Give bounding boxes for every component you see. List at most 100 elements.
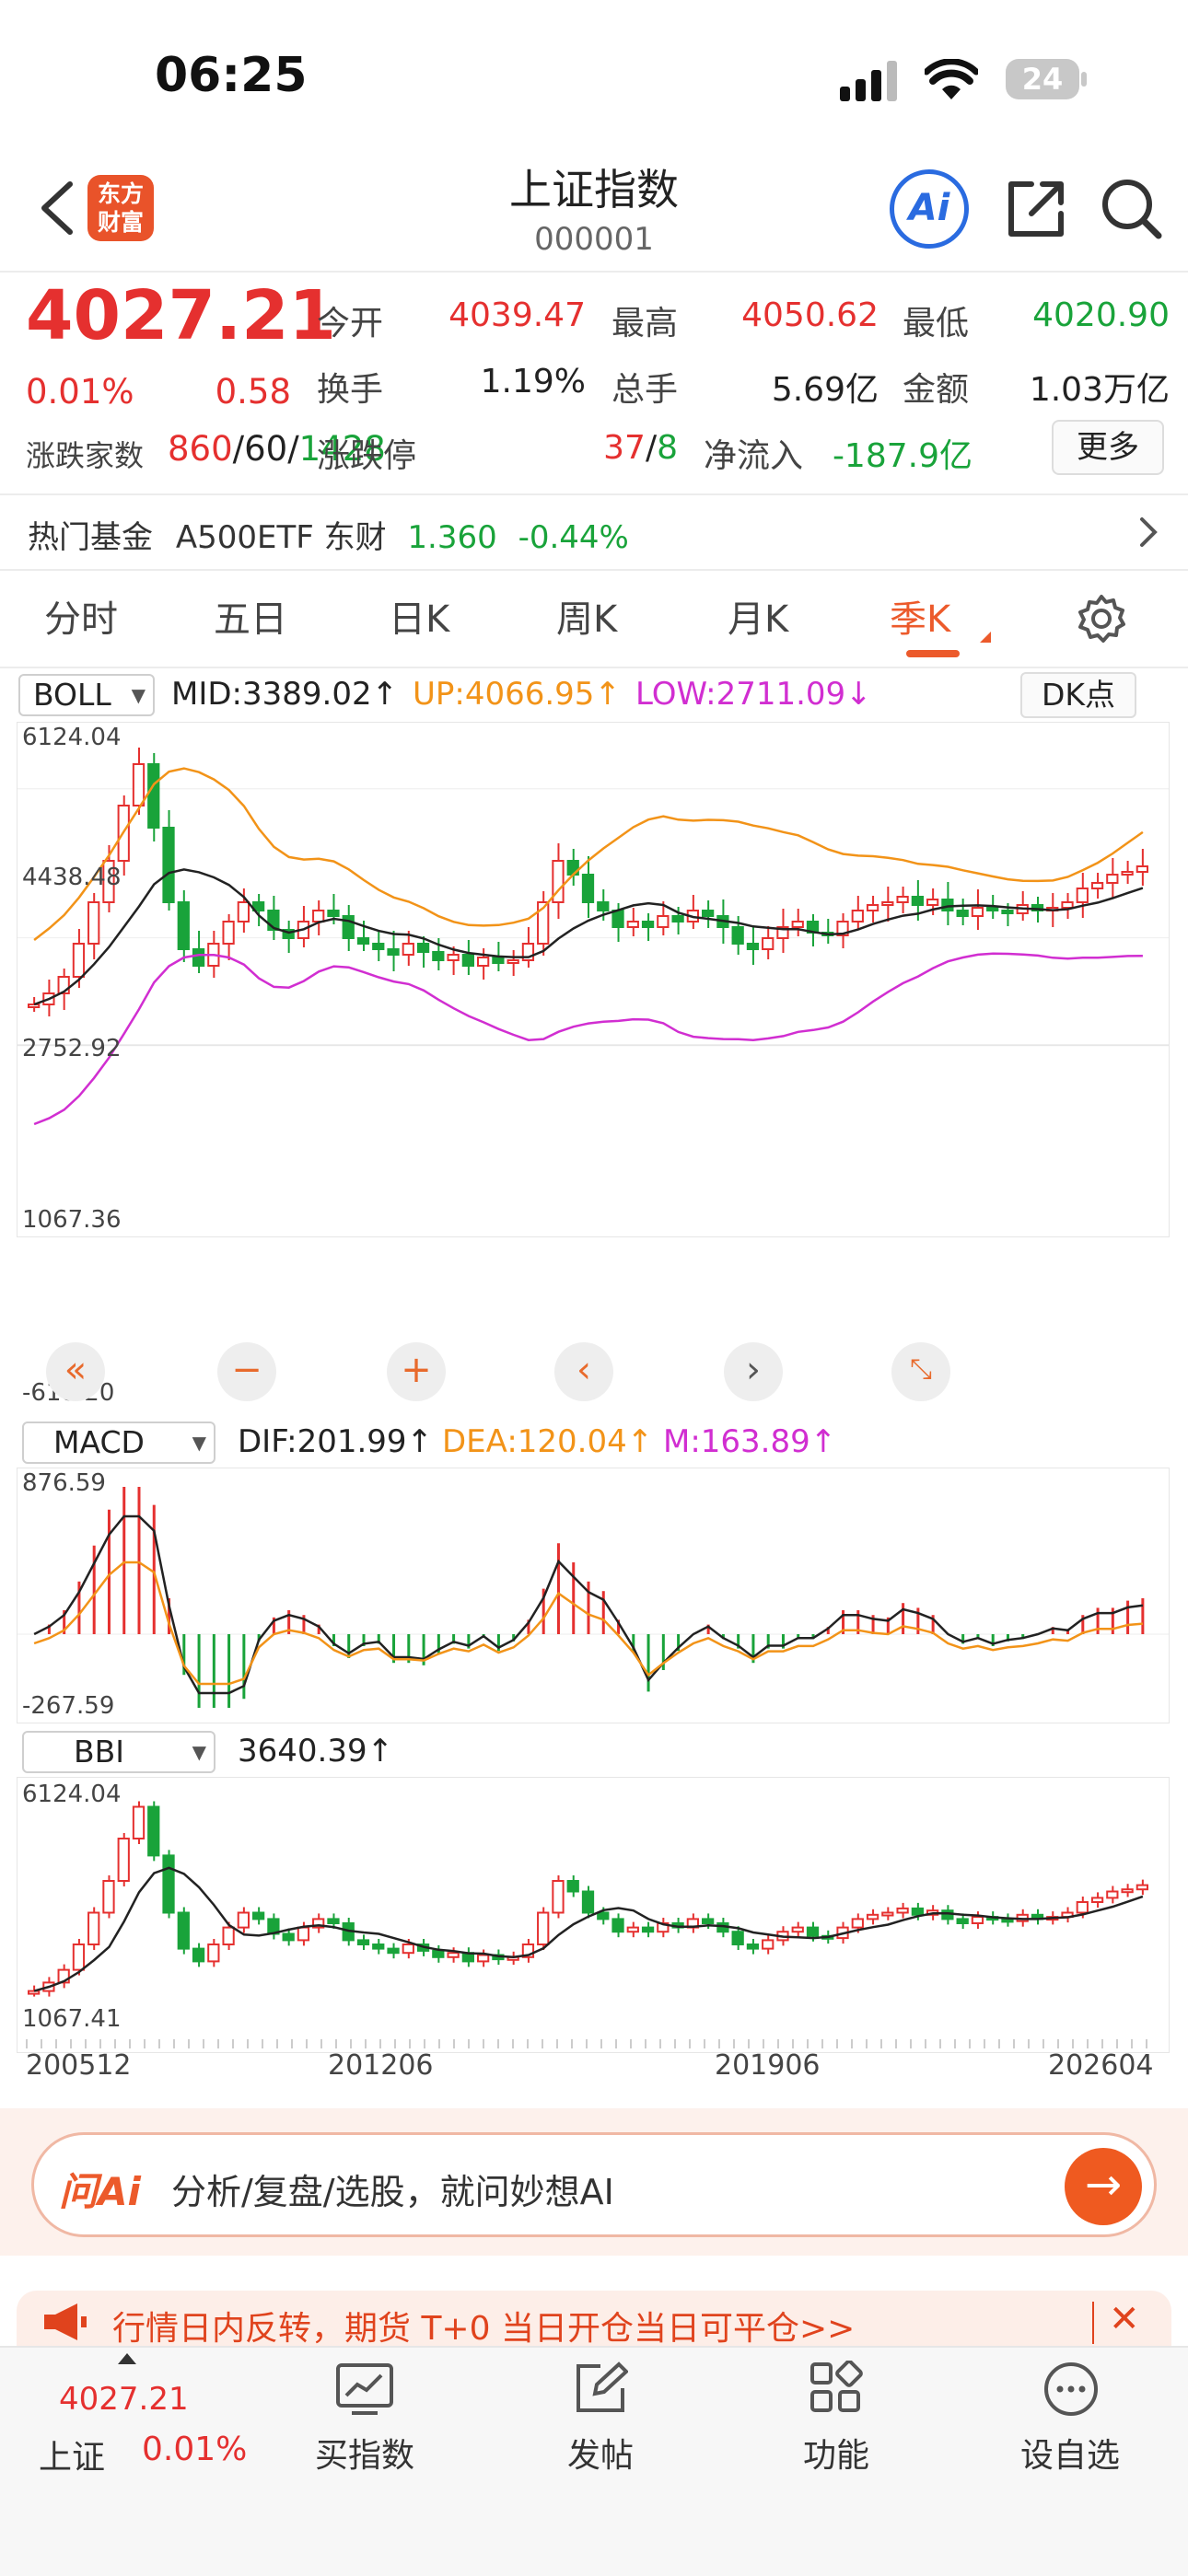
low-value: 4020.90 [1032,296,1170,334]
candle [192,948,205,967]
candle [356,1939,370,1945]
candle [72,1944,86,1971]
candle [671,915,684,922]
candle [87,1911,100,1945]
candle [657,915,670,928]
indicator-select-bbi[interactable]: BBI ▼ [22,1731,215,1773]
notice-divider [1092,2302,1094,2344]
kline-chart[interactable] [17,722,1170,1237]
indicator-select-boll[interactable]: BOLL ▼ [18,674,155,716]
hot-fund-row[interactable]: 热门基金 A500ETF 东财 1.360 -0.44% [28,512,629,557]
candle [1106,874,1119,884]
candle [791,1926,804,1933]
candle [731,1931,744,1945]
fund-name: A500ETF 东财 [175,519,387,556]
candle [416,943,430,953]
divider [0,271,1188,273]
bbi-y-min: 1067.41 [22,2005,122,2033]
candle [132,763,146,806]
close-icon[interactable]: ✕ [1109,2298,1140,2340]
candle [327,910,340,917]
bbi-value: 3640.39↑ [238,1733,394,1770]
chevron-right-icon[interactable]: › [724,1342,783,1401]
candle [851,910,864,922]
x-label-1: 200512 [26,2049,132,2082]
tab-monthly-k[interactable]: 月K [728,589,788,643]
change-percent: 0.01% [26,372,134,412]
bbi-chart[interactable] [17,1777,1170,2053]
candle [746,1944,760,1950]
low-label: 最低 [903,305,970,342]
candle [282,1932,295,1942]
boll-up: UP:4066.95↑ [413,676,621,713]
candle [297,1926,310,1942]
candle [537,1911,550,1945]
tab-weekly-k[interactable]: 周K [556,589,617,643]
candle [102,1880,115,1914]
candle [147,763,160,829]
candle [702,910,715,917]
indicator-select-macd[interactable]: MACD ▼ [22,1421,215,1464]
ask-ai-logo: 问Ai [59,2169,141,2214]
candle [1090,1897,1104,1903]
chevron-left-icon[interactable]: ‹ [554,1342,613,1401]
zoom-in-icon[interactable]: + [387,1342,446,1401]
candle [312,910,325,922]
chart-icon[interactable] [335,2362,394,2416]
candle [177,1911,190,1950]
arrow-right-icon[interactable]: → [1065,2148,1142,2225]
limit-values: 37/8 [603,429,678,467]
rewind-icon[interactable]: « [46,1342,105,1401]
dk-point-button[interactable]: DK点 [1020,672,1136,718]
candle [237,1911,250,1929]
candle [791,921,804,928]
functions-grid-icon[interactable] [809,2361,864,2416]
zoom-out-icon[interactable]: − [217,1342,276,1401]
logo-line-1: 东方 [97,180,144,207]
candle [731,926,744,945]
candle [28,1004,41,1008]
candle [881,901,894,906]
nav-index-change[interactable]: 0.01% [142,2431,247,2468]
search-icon[interactable] [1100,177,1164,241]
settings-gear-icon[interactable] [1076,593,1127,644]
candle [447,954,460,961]
candle [507,959,519,964]
chevron-right-icon[interactable] [1138,516,1159,549]
ai-button[interactable]: Ai [890,169,969,249]
tab-daily-k[interactable]: 日K [389,589,449,643]
more-button[interactable]: 更多 [1052,420,1164,475]
tab-quarterly-k[interactable]: 季K [890,589,950,643]
battery-icon: 24 [1006,59,1079,99]
edit-post-icon[interactable] [573,2361,628,2416]
candle [356,937,370,945]
nav-add-watchlist[interactable]: 设自选 [996,2429,1144,2477]
nav-functions[interactable]: 功能 [763,2429,910,2477]
wifi-icon [925,59,978,99]
candle [117,1838,130,1882]
macd-chart[interactable] [17,1468,1170,1723]
nav-buy-index[interactable]: 买指数 [291,2429,438,2477]
more-dots-icon[interactable] [1042,2361,1100,2418]
share-icon[interactable] [1004,177,1068,241]
amount-value: 1.03万亿 [1029,371,1170,409]
bbi-chart-canvas [26,1801,1148,2048]
megaphone-icon [44,2303,87,2340]
tab-intraday[interactable]: 分时 [44,589,118,643]
candle [762,1939,775,1950]
fund-change: -0.44% [518,519,629,556]
macd-dif: DIF:201.99↑ [238,1423,434,1460]
nav-post[interactable]: 发帖 [527,2429,674,2477]
back-arrow-icon[interactable] [35,180,81,236]
x-label-2: 201206 [328,2049,434,2082]
candle [986,907,999,911]
divider [0,569,1188,571]
nav-index-price[interactable]: 4027.21 [59,2381,189,2418]
tab-five-day[interactable]: 五日 [214,589,287,643]
fullscreen-icon[interactable]: ⤡ [891,1342,950,1401]
candle [432,951,445,961]
divider [0,667,1188,668]
nav-index-name[interactable]: 上证 [39,2431,105,2478]
tab-dropdown-icon [980,632,991,643]
boll-mid: MID:3389.02↑ [171,676,399,713]
